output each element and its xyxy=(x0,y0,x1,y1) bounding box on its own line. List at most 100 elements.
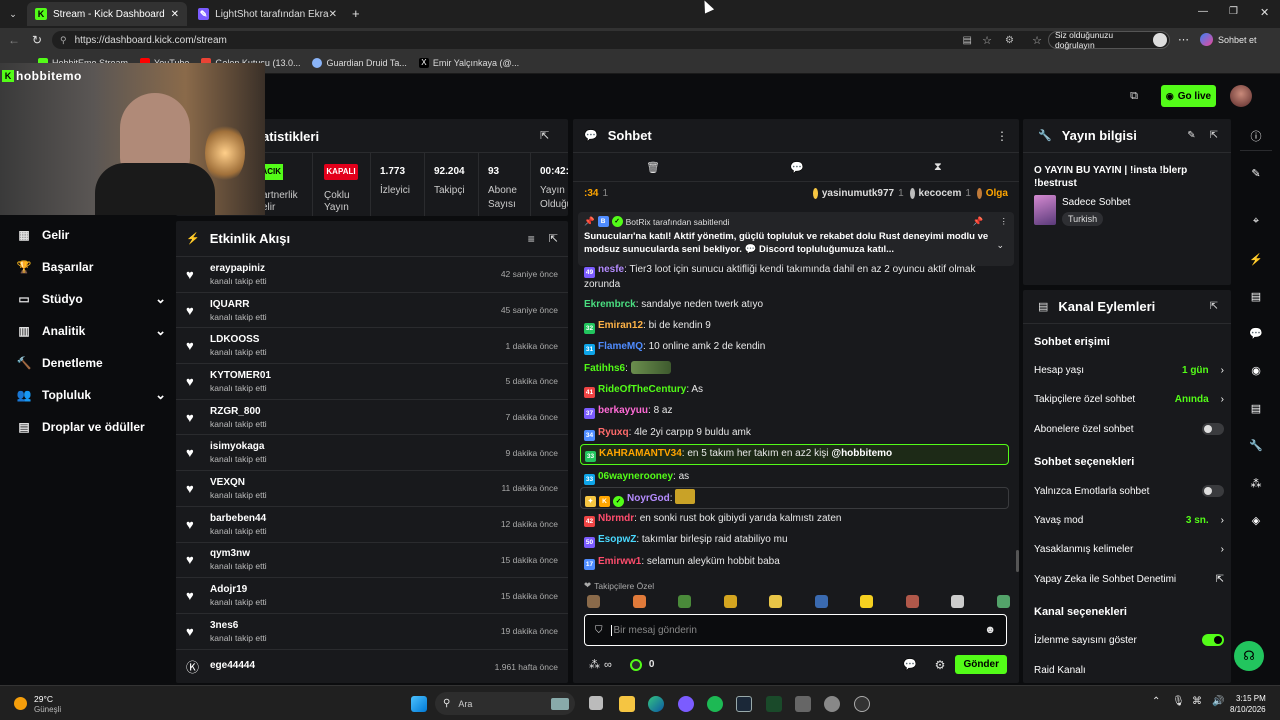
tab-menu-icon[interactable]: ⌄ xyxy=(6,7,20,21)
nodes-icon[interactable]: ⁂ xyxy=(1245,472,1267,494)
task-view-icon[interactable] xyxy=(589,696,603,710)
filter-icon[interactable]: ≡ xyxy=(528,232,535,246)
banned-words-option[interactable]: Yasaklanmış kelimeler › xyxy=(1034,541,1224,557)
emote-only-toggle[interactable] xyxy=(1202,485,1224,497)
chat-username[interactable]: Emirww1 xyxy=(598,556,641,567)
target-icon[interactable]: ◈ xyxy=(1245,509,1267,531)
wrench-rail-icon[interactable]: 🔧 xyxy=(1245,434,1267,456)
edge-icon[interactable] xyxy=(648,696,664,712)
category-name[interactable]: Sadece Sohbet xyxy=(1062,197,1130,208)
app2-icon[interactable] xyxy=(795,696,811,712)
emote-button[interactable] xyxy=(905,595,919,608)
chat-message[interactable]: 17 Emirww1: selamun aleyküm hobbit baba xyxy=(584,555,1004,570)
emoji-icon[interactable]: ☻ xyxy=(984,624,996,636)
reader-icon[interactable]: ▤ xyxy=(963,35,972,46)
chat-settings-icon[interactable]: 💬 xyxy=(790,161,804,174)
steam-icon[interactable] xyxy=(736,696,752,712)
chat-message[interactable]: 41 RideOfTheCentury: As xyxy=(584,383,1004,398)
gifter-name[interactable]: kecocem xyxy=(919,188,962,199)
activity-username[interactable]: RZGR_800 xyxy=(210,406,267,417)
obs-icon[interactable] xyxy=(854,696,870,712)
actions-rail-icon[interactable]: ▤ xyxy=(1245,397,1267,419)
tab-lightshot[interactable]: ✎ LightShot tarafından Ekran Görüntü ✕ xyxy=(190,2,345,26)
chat-rail-icon[interactable]: 💬 xyxy=(1245,322,1267,344)
trash-icon[interactable]: 🗑 xyxy=(646,161,660,174)
gear-icon[interactable]: ⚙ xyxy=(935,658,946,672)
support-button[interactable]: ☊ xyxy=(1234,641,1264,671)
activity-username[interactable]: qym3nw xyxy=(210,548,267,559)
chat-username[interactable]: 06waynerooney xyxy=(598,471,673,482)
close-tab-icon[interactable]: ✕ xyxy=(171,9,179,20)
emote-button[interactable] xyxy=(723,595,737,608)
chevron-down-icon[interactable]: ⌄ xyxy=(155,323,166,339)
chat-message[interactable]: 33 KAHRAMANTV34: en 5 takım her takım en … xyxy=(580,444,1009,465)
chat-message[interactable]: 34 Ryuxq: 4le 2yi carpıp 9 buldu amk xyxy=(584,426,1004,441)
chevron-down-icon[interactable]: ⌄ xyxy=(155,387,166,403)
reload-icon[interactable]: ↻ xyxy=(32,33,42,47)
url-field[interactable]: ⚲ https://dashboard.kick.com/stream ▤ ☆ … xyxy=(52,31,1157,49)
sidebar-item-droplar-ve-ödüller[interactable]: ▤ Droplar ve ödüller xyxy=(16,411,166,443)
sidebar-item-topluluk[interactable]: 👥 Topluluk ⌄ xyxy=(16,379,166,411)
chat-message[interactable]: 37 berkayyuu: 8 az xyxy=(584,404,1004,419)
verify-button[interactable]: Siz olduğunuzu doğrulayın xyxy=(1048,30,1170,50)
clock-time[interactable]: 3:15 PM xyxy=(1236,694,1266,703)
raid-channel-option[interactable]: Raid Kanalı xyxy=(1034,662,1224,678)
gifter-name[interactable]: Olga xyxy=(986,188,1008,199)
chat-message[interactable]: 50 EsopwZ: takımlar birleşip raid atabili… xyxy=(584,533,1004,548)
chat-input[interactable]: ⛉ Bir mesaj gönderin ☻ xyxy=(584,614,1007,646)
chat-message[interactable]: 31 FlameMQ: 10 online amk 2 de kendin xyxy=(584,340,1004,355)
emote-button[interactable] xyxy=(860,595,873,608)
network-icon[interactable]: ⌘ xyxy=(1192,696,1202,707)
bookmark-x[interactable]: X Emir Yalçınkaya (@... xyxy=(418,57,519,68)
emote-button[interactable] xyxy=(587,595,600,608)
pinned-more-icon[interactable]: ⋮ xyxy=(1000,216,1009,227)
chat-username[interactable]: nesfe xyxy=(598,264,624,275)
preview-icon[interactable]: ⧉ xyxy=(1126,88,1142,104)
activity-username[interactable]: LDKOOSS xyxy=(210,334,267,345)
chat-username[interactable]: NoyrGod xyxy=(627,493,670,504)
broadcast-icon[interactable]: ◉ xyxy=(1245,359,1267,381)
chat-username[interactable]: EsopwZ xyxy=(598,534,636,545)
chat-username[interactable]: Fatihhs6 xyxy=(584,363,625,374)
chat-username[interactable]: Nbrmdr xyxy=(598,513,634,524)
extensions-icon[interactable]: ⚙ xyxy=(1005,35,1014,46)
emote-button[interactable] xyxy=(678,595,691,608)
unpin-icon[interactable]: 📌 xyxy=(973,216,984,227)
minimize-icon[interactable]: — xyxy=(1198,6,1208,17)
channel-points-icon[interactable]: ⁂ xyxy=(589,658,600,671)
sidebar-item-analitik[interactable]: ▥ Analitik ⌄ xyxy=(16,315,166,347)
info-icon[interactable]: ⓘ xyxy=(1245,125,1267,147)
activity-username[interactable]: ege44444 xyxy=(210,660,255,671)
popout-icon[interactable]: ⇱ xyxy=(1210,130,1218,141)
chat-username[interactable]: RideOfTheCentury xyxy=(598,384,686,395)
edit-icon[interactable]: ✎ xyxy=(1187,130,1195,141)
emote-button[interactable] xyxy=(951,595,964,608)
activity-username[interactable]: eraypapiniz xyxy=(210,263,267,274)
maximize-icon[interactable]: ❐ xyxy=(1229,6,1238,17)
activity-username[interactable]: KYTOMER01 xyxy=(210,370,271,381)
hourglass-icon[interactable]: ⧗ xyxy=(934,161,942,174)
send-button[interactable]: Gönder xyxy=(955,655,1007,674)
favorite-star-icon[interactable]: ☆ xyxy=(982,34,992,47)
chat-bubble-small-icon[interactable]: 💬 xyxy=(903,658,917,671)
emote-only-option[interactable]: Yalnızca Emotlarla sohbet xyxy=(1034,483,1224,499)
activity-username[interactable]: Adojr19 xyxy=(210,584,267,595)
mic-icon[interactable]: 🎙 xyxy=(1172,696,1185,707)
focus-icon[interactable]: ⌖ xyxy=(1245,210,1267,232)
chat-message[interactable]: 49 nesfe: Tier3 loot için sunucu aktifliğ… xyxy=(584,263,1004,292)
slow-mode-option[interactable]: Yavaş mod 3 sn. › xyxy=(1034,512,1224,528)
activity-username[interactable]: barbeben44 xyxy=(210,513,267,524)
settings-app-icon[interactable] xyxy=(824,696,840,712)
file-explorer-icon[interactable] xyxy=(619,696,635,712)
avatar[interactable] xyxy=(1230,85,1252,107)
pinned-message[interactable]: 📌 B ✓ BotRix tarafından sabitlendi 📌 ⋮ S… xyxy=(578,212,1014,266)
clock-date[interactable]: 8/10/2026 xyxy=(1230,705,1266,714)
go-live-button[interactable]: ◉ Go live xyxy=(1161,85,1216,107)
activity-username[interactable]: isimyokaga xyxy=(210,441,267,452)
chat-username[interactable]: berkayyuu xyxy=(598,405,648,416)
popout-icon[interactable]: ⇱ xyxy=(540,129,549,142)
chat-message[interactable]: Ekrembrck: sandalye neden twerk atıyo xyxy=(584,298,1004,312)
terminal-icon[interactable] xyxy=(766,696,782,712)
emote-button[interactable] xyxy=(814,595,828,608)
subscribers-only-toggle[interactable] xyxy=(1202,423,1224,435)
